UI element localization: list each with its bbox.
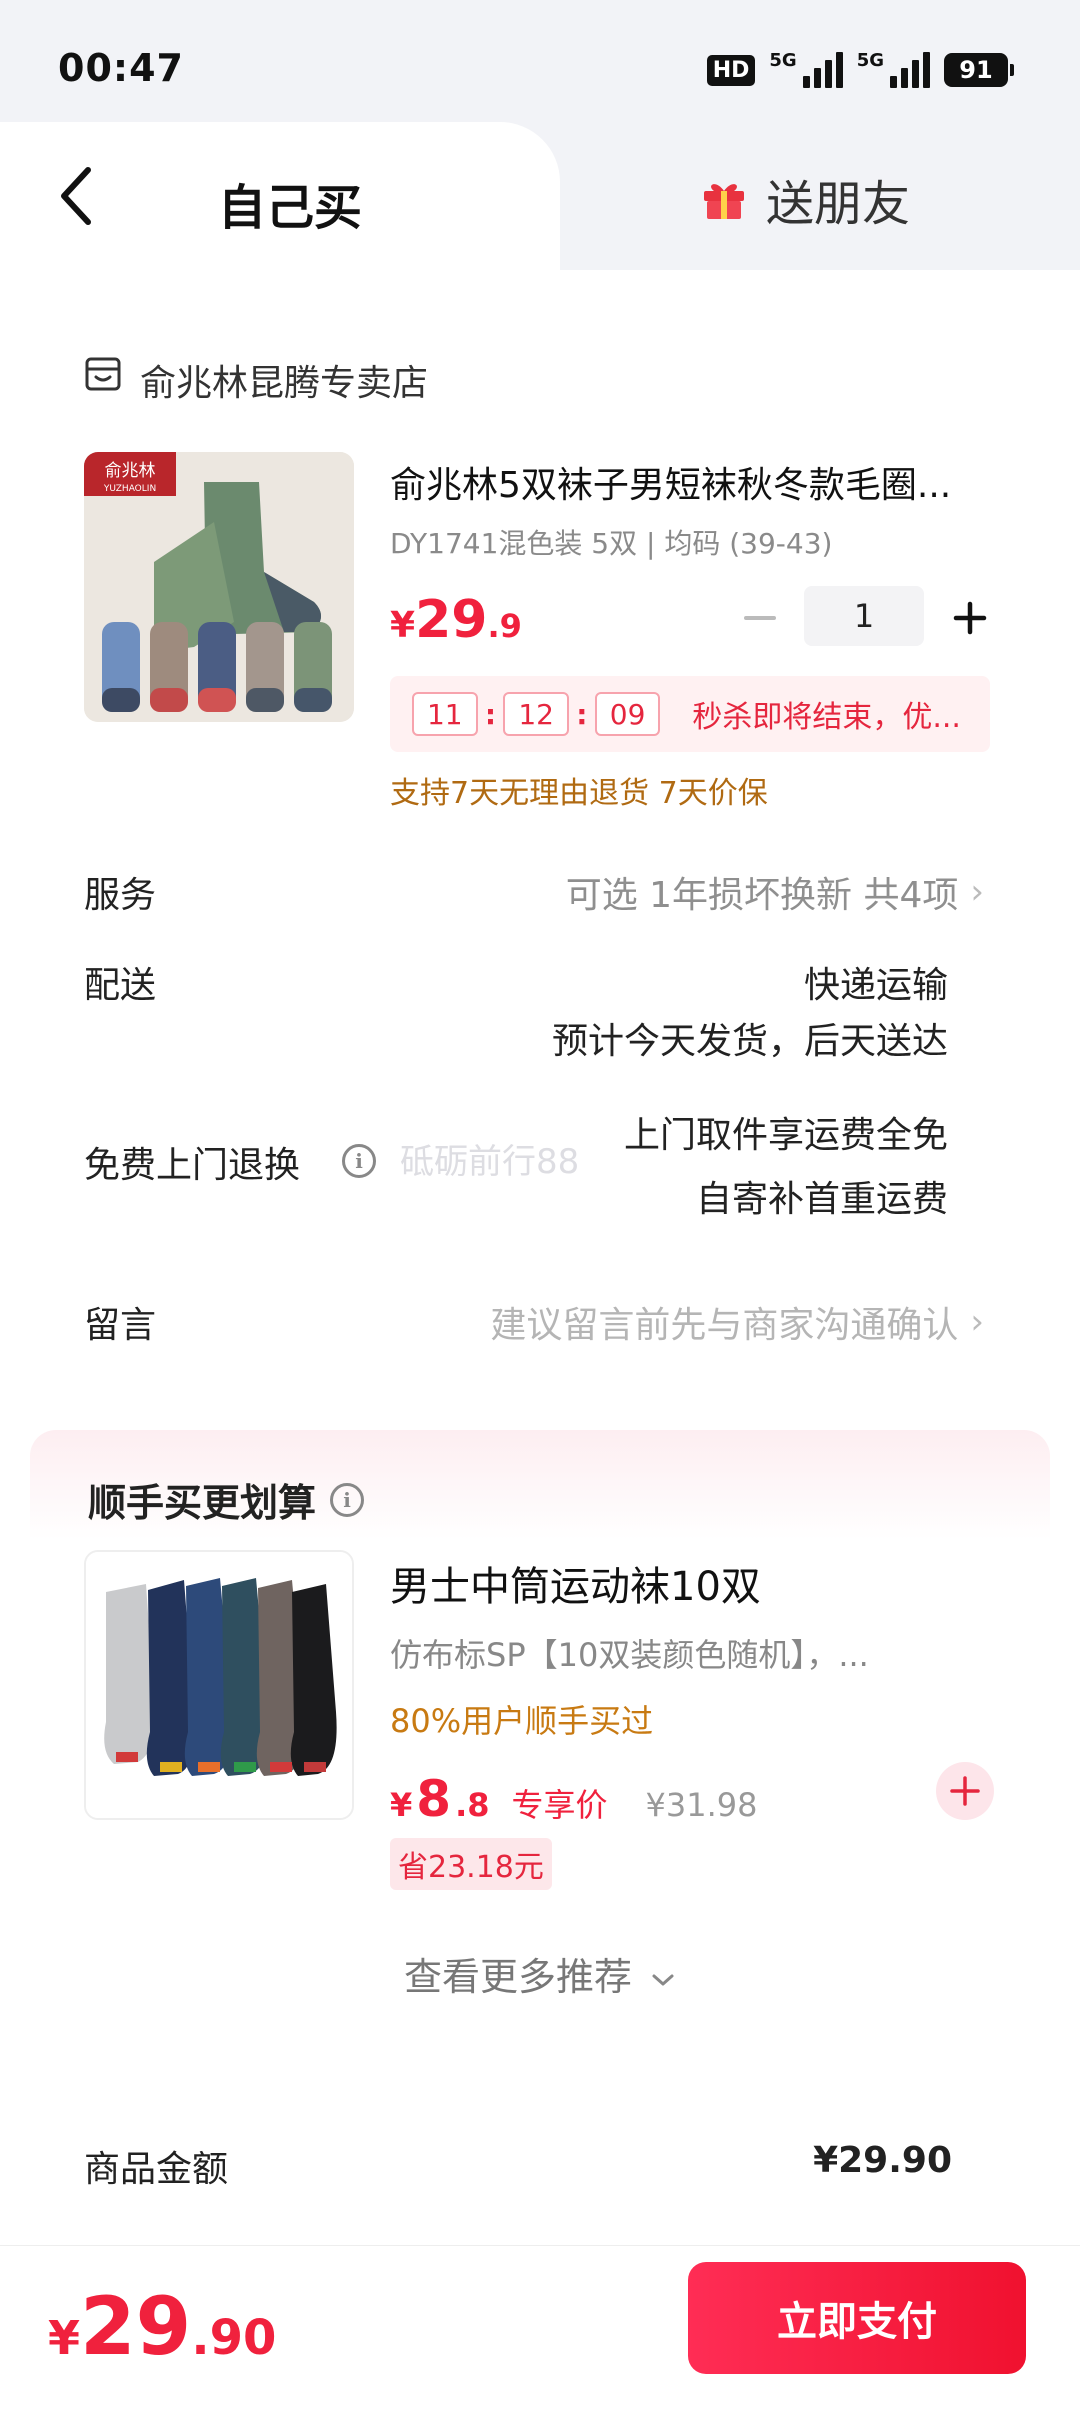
price-currency: ¥ (390, 605, 416, 646)
chevron-right-icon: › (970, 872, 984, 912)
image-brand: 俞兆林 (105, 461, 156, 481)
upsell-price-decimal: .8 (455, 1786, 490, 1824)
delivery-method: 快递运输 (803, 965, 948, 1006)
message-placeholder: 建议留言前先与商家沟通确认 (490, 1305, 959, 1346)
total-integer: 29 (80, 2280, 192, 2373)
store-name[interactable]: 俞兆林昆腾专卖店 (140, 354, 428, 406)
plus-icon (953, 601, 987, 635)
gift-icon (704, 184, 744, 219)
image-brand-sub: YUZHAOLIN (103, 484, 156, 494)
info-icon[interactable]: i (342, 1144, 376, 1178)
product-spec[interactable]: DY1741混色装 5双 | 均码 (39-43) (390, 522, 832, 562)
status-time: 00:47 (58, 46, 184, 90)
quantity-decrease-button[interactable] (738, 598, 782, 638)
plus-icon (950, 1776, 980, 1806)
upsell-product-desc[interactable]: 仿布标SP【10双装颜色随机】，... (390, 1630, 930, 1676)
price-integer: 29 (415, 590, 488, 650)
chevron-right-icon: › (970, 1302, 984, 1342)
tab-self[interactable]: 自己买 (218, 168, 362, 238)
price-decimal: .9 (487, 607, 522, 645)
upsell-title-text: 顺手买更划算 (88, 1481, 317, 1525)
flash-sale-bar: 11 : 12 : 09 秒杀即将结束，优... (390, 676, 990, 752)
return-label: 免费上门退换 (84, 1145, 301, 1186)
minus-icon (744, 616, 776, 620)
network-label-2: 5G (856, 50, 884, 71)
service-row[interactable]: 可选 1年损坏换新 共4项 › (566, 866, 984, 918)
countdown-hours: 11 (412, 692, 478, 736)
pay-now-button[interactable]: 立即支付 (688, 2262, 1026, 2374)
upsell-price: ¥ 8 .8 专享价 ¥31.98 (390, 1770, 757, 1828)
product-price: ¥ 29 .9 (390, 590, 522, 650)
back-button[interactable] (50, 160, 110, 230)
countdown-seconds: 09 (594, 692, 661, 736)
signal-icon (802, 52, 843, 88)
total-decimal: .90 (191, 2310, 277, 2366)
return-free-pickup: 上门取件享运费全免 (623, 1115, 948, 1156)
upsell-price-integer: 8 (416, 1770, 452, 1828)
message-label: 留言 (84, 1305, 157, 1346)
service-value: 可选 1年损坏换新 共4项 (565, 875, 959, 916)
delivery-label: 配送 (84, 965, 157, 1006)
tab-gift-label: 送朋友 (766, 176, 911, 232)
tab-gift[interactable]: 送朋友 (700, 164, 910, 234)
network-label: 5G (769, 50, 797, 71)
upsell-product-image[interactable] (84, 1550, 354, 1820)
upsell-price-tag: 专享价 (511, 1786, 608, 1824)
service-label: 服务 (84, 875, 157, 916)
chevron-down-icon (652, 1974, 674, 1985)
upsell-price-currency: ¥ (390, 1786, 413, 1824)
countdown-separator: : (484, 697, 497, 731)
battery-icon: 91 (944, 53, 1014, 87)
hd-badge: HD (706, 54, 756, 86)
upsell-add-button[interactable] (936, 1762, 994, 1820)
total-price: ¥ 29 .90 (48, 2280, 276, 2373)
upsell-product-name[interactable]: 男士中筒运动袜10双 (390, 1554, 761, 1612)
product-title[interactable]: 俞兆林5双袜子男短袜秋冬款毛圈... (390, 456, 990, 508)
info-icon[interactable]: i (330, 1482, 365, 1517)
quantity-input[interactable]: 1 (804, 586, 924, 646)
total-currency: ¥ (48, 2311, 81, 2365)
return-self-ship: 自寄补首重运费 (695, 1179, 948, 1220)
quantity-increase-button[interactable] (948, 596, 992, 640)
delivery-estimate: 预计今天发货，后天送达 (551, 1021, 948, 1062)
guarantee-text: 支持7天无理由退货 7天价保 (390, 776, 768, 811)
more-recommendations-button[interactable]: 查看更多推荐 (0, 1946, 1080, 2001)
goods-amount-value: ¥29.90 (813, 2140, 952, 2181)
flash-sale-text: 秒杀即将结束，优... (692, 700, 961, 735)
watermark: 砥砺前行88 (400, 1142, 580, 1182)
signal-icon-2 (890, 52, 930, 88)
message-field[interactable]: 建议留言前先与商家沟通确认 › (490, 1296, 984, 1348)
more-recommendations-label: 查看更多推荐 (403, 1955, 632, 1999)
countdown-minutes: 12 (503, 692, 569, 736)
upsell-popularity: 80%用户顺手买过 (390, 1702, 654, 1740)
goods-amount-label: 商品金额 (84, 2149, 229, 2190)
countdown-separator: : (576, 697, 588, 731)
upsell-savings-badge: 省23.18元 (390, 1838, 552, 1890)
upsell-original-price: ¥31.98 (645, 1786, 758, 1824)
product-image[interactable]: 俞兆林 YUZHAOLIN (84, 452, 354, 722)
store-icon (84, 355, 122, 393)
status-icons: HD 5G 5G 91 (706, 50, 1014, 90)
upsell-title: 顺手买更划算 i (88, 1472, 365, 1527)
chevron-left-icon (61, 167, 91, 225)
